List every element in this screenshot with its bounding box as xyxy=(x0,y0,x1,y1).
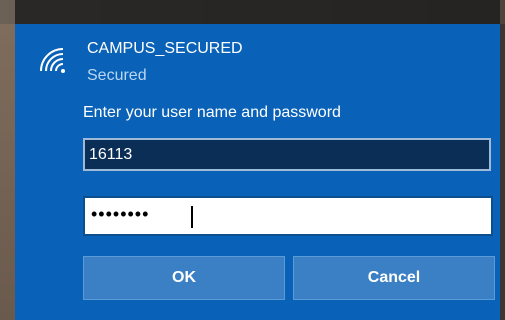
username-field[interactable]: 16113 xyxy=(83,138,491,171)
network-status: Secured xyxy=(87,67,147,84)
background-top-bar xyxy=(0,0,505,24)
background-left-edge xyxy=(0,24,15,320)
background-right-edge xyxy=(500,24,505,320)
username-value: 16113 xyxy=(89,146,133,163)
credentials-prompt: Enter your user name and password xyxy=(83,104,341,121)
password-field[interactable]: •••••••• xyxy=(83,196,493,236)
text-caret xyxy=(191,206,193,228)
cancel-button[interactable]: Cancel xyxy=(293,256,495,300)
ok-button[interactable]: OK xyxy=(83,256,285,300)
background-dark-band xyxy=(15,0,500,24)
network-ssid: CAMPUS_SECURED xyxy=(87,40,243,57)
wifi-secure-icon xyxy=(40,48,65,73)
network-connect-panel: CAMPUS_SECURED Secured Enter your user n… xyxy=(15,24,500,320)
password-mask: •••••••• xyxy=(91,204,150,224)
